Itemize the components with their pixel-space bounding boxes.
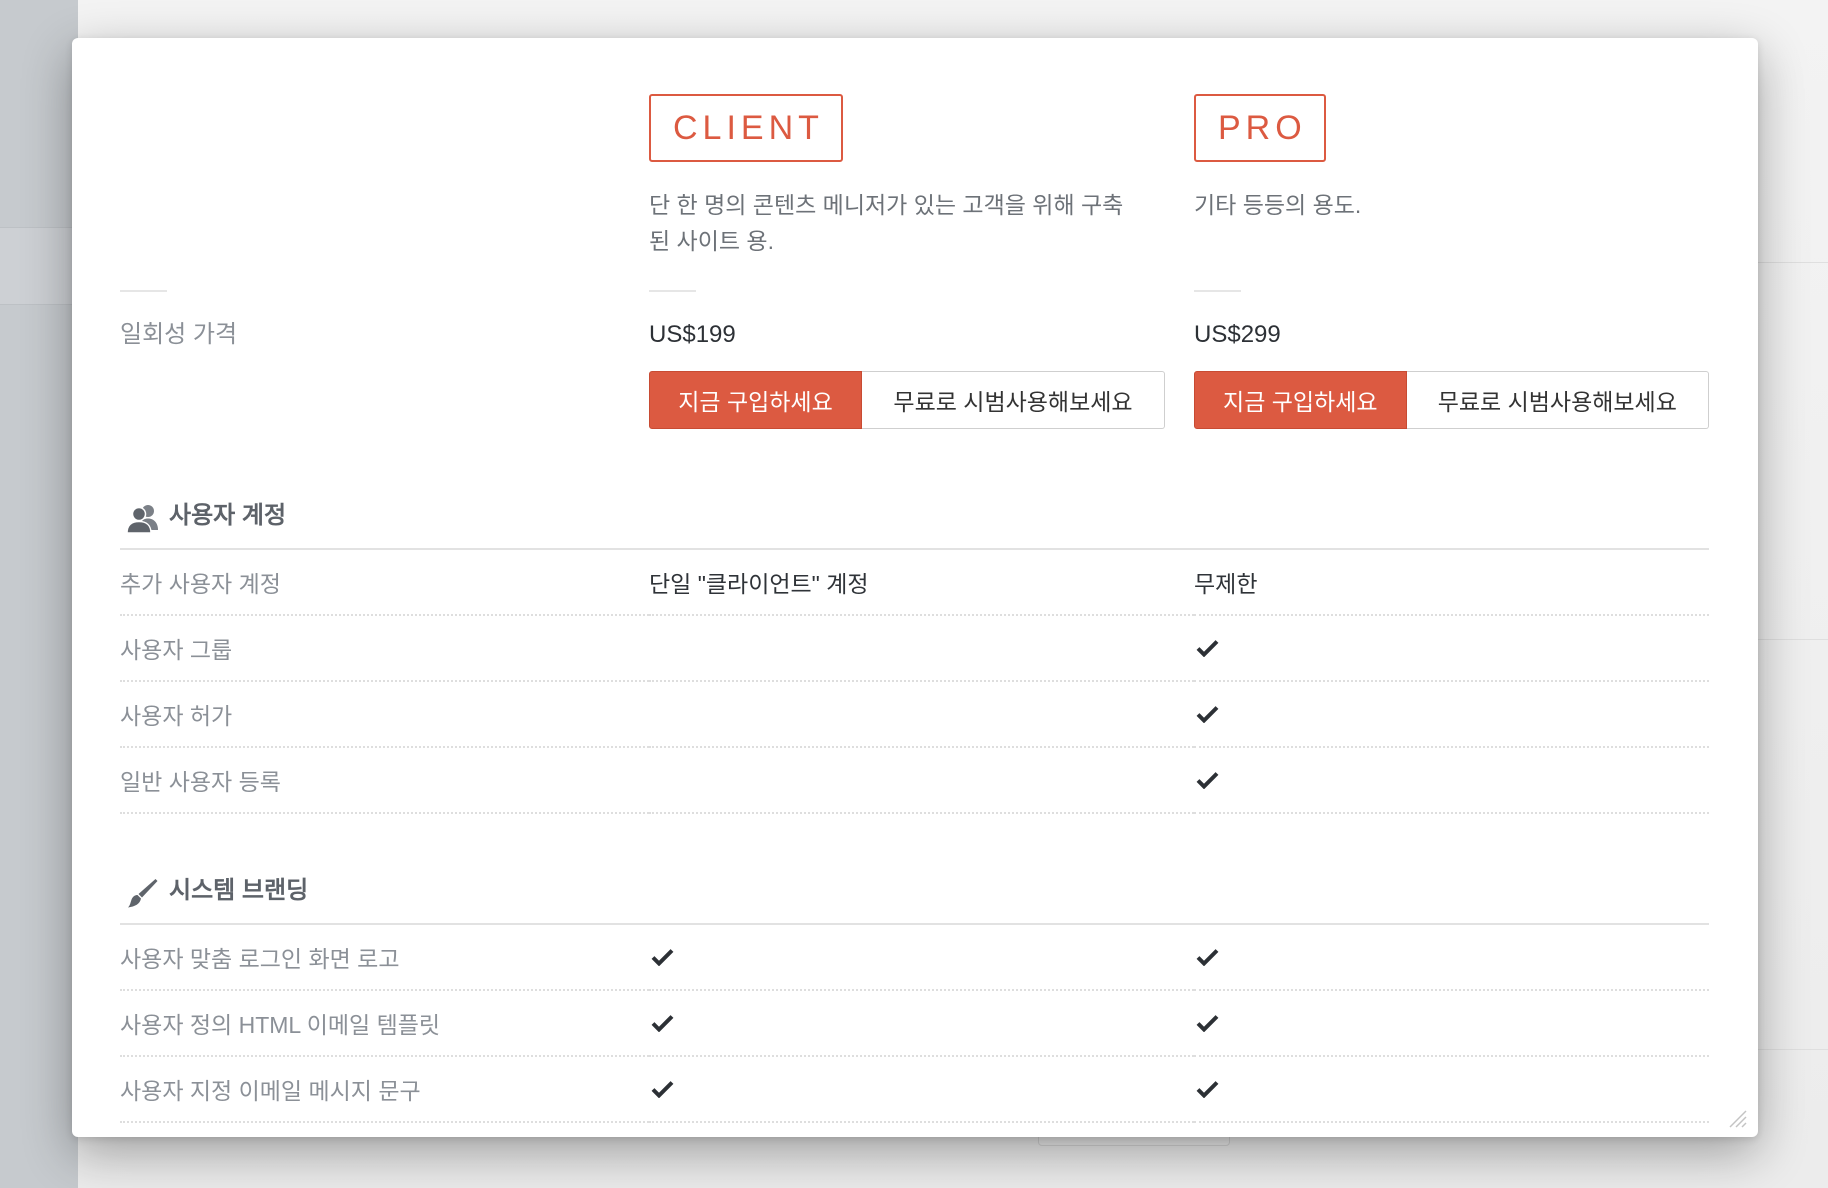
feature-label: 사용자 맞춤 로그인 화면 로고 <box>120 925 649 991</box>
client-button-group: 지금 구입하세요 무료로 시범사용해보세요 <box>649 371 1194 429</box>
pro-button-group: 지금 구입하세요 무료로 시범사용해보세요 <box>1194 371 1709 429</box>
client-price: US$199 <box>649 321 736 348</box>
section-title: 시스템 브랜딩 <box>169 877 309 904</box>
feature-row: 사용자 정의 HTML 이메일 템플릿 <box>120 991 1709 1057</box>
check-icon <box>1196 1014 1219 1032</box>
feature-section: 사용자 계정추가 사용자 계정 단일 "클라이언트" 계정 무제한사용자 그룹 사용자… <box>120 429 1709 814</box>
plan-description: 단 한 명의 콘텐츠 메니저가 있는 고객을 위해 구축된 사이트 용. <box>649 192 1124 254</box>
plan-description: 기타 등등의 용도. <box>1194 192 1362 218</box>
feature-row: 사용자 그룹 <box>120 616 1709 682</box>
purchase-buttons-row: 지금 구입하세요 무료로 시범사용해보세요 지금 구입하세요 무료로 시범사용해… <box>120 371 1709 429</box>
plan-name-badge: CLIENT <box>649 94 843 162</box>
pro-feature-cell <box>1194 748 1709 814</box>
client-feature-cell <box>649 991 1194 1057</box>
check-icon <box>1196 639 1219 657</box>
check-icon <box>1196 948 1219 966</box>
check-icon <box>651 1014 674 1032</box>
check-icon <box>651 1080 674 1098</box>
check-icon <box>651 948 674 966</box>
pricing-label: 일회성 가격 <box>120 321 238 348</box>
client-feature-cell: 단일 "클라이언트" 계정 <box>649 550 1194 616</box>
plan-name-badge: PRO <box>1194 94 1326 162</box>
divider <box>649 290 696 292</box>
feature-label: 일반 사용자 등록 <box>120 748 649 814</box>
feature-value: 단일 "클라이언트" 계정 <box>649 571 869 597</box>
resize-handle-icon[interactable] <box>1724 1105 1748 1129</box>
feature-row: 추가 사용자 계정 단일 "클라이언트" 계정 무제한 <box>120 550 1709 616</box>
pro-feature-cell <box>1194 616 1709 682</box>
pro-feature-cell: 무제한 <box>1194 550 1709 616</box>
feature-label: 추가 사용자 계정 <box>120 550 649 616</box>
feature-value: 무제한 <box>1194 571 1258 597</box>
client-feature-cell <box>649 616 1194 682</box>
client-feature-cell <box>649 682 1194 748</box>
feature-label: 사용자 허가 <box>120 682 649 748</box>
pricing-table: CLIENT 단 한 명의 콘텐츠 메니저가 있는 고객을 위해 구축된 사이트… <box>120 38 1709 1137</box>
pro-feature-cell <box>1194 925 1709 991</box>
section-header: 시스템 브랜딩 <box>120 814 1709 925</box>
client-free-trial-button[interactable]: 무료로 시범사용해보세요 <box>862 371 1165 429</box>
divider <box>120 290 167 292</box>
pricing-modal: CLIENT 단 한 명의 콘텐츠 메니저가 있는 고객을 위해 구축된 사이트… <box>72 38 1758 1137</box>
check-icon <box>1196 705 1219 723</box>
background-sidebar <box>0 0 78 1188</box>
divider <box>1194 290 1241 292</box>
pro-feature-cell <box>1194 991 1709 1057</box>
client-feature-cell <box>649 1057 1194 1123</box>
plan-column-client: CLIENT 단 한 명의 콘텐츠 메니저가 있는 고객을 위해 구축된 사이트… <box>649 94 1194 259</box>
plan-header-row: CLIENT 단 한 명의 콘텐츠 메니저가 있는 고객을 위해 구축된 사이트… <box>120 94 1709 259</box>
pro-feature-cell <box>1194 682 1709 748</box>
plan-column-pro: PRO 기타 등등의 용도. <box>1194 94 1709 259</box>
check-icon <box>1196 1080 1219 1098</box>
pro-free-trial-button[interactable]: 무료로 시범사용해보세요 <box>1406 371 1709 429</box>
feature-row: 일반 사용자 등록 <box>120 748 1709 814</box>
background-sidebar-item <box>0 227 78 305</box>
feature-label: 사용자 정의 HTML 이메일 템플릿 <box>120 991 649 1057</box>
buttons-spacer <box>120 371 649 429</box>
feature-sections: 사용자 계정 추가 사용자 계정 단일 "클라이언트" 계정 무제한 사용자 그룹 사용자… <box>120 429 1709 1123</box>
client-buy-now-button[interactable]: 지금 구입하세요 <box>649 371 862 429</box>
pro-feature-cell <box>1194 1057 1709 1123</box>
header-dividers <box>120 290 1709 292</box>
header-spacer <box>120 94 649 259</box>
client-feature-cell <box>649 925 1194 991</box>
check-icon <box>1196 771 1219 789</box>
feature-section: 시스템 브랜딩사용자 맞춤 로그인 화면 로고 사용자 정의 HTML 이메일 템… <box>120 814 1709 1123</box>
section-header: 사용자 계정 <box>120 429 1709 550</box>
feature-row: 사용자 맞춤 로그인 화면 로고 <box>120 925 1709 991</box>
pro-buy-now-button[interactable]: 지금 구입하세요 <box>1194 371 1407 429</box>
users-icon <box>126 503 161 533</box>
price-row: 일회성 가격 US$199 US$299 <box>120 320 1709 350</box>
feature-row: 사용자 지정 이메일 메시지 문구 <box>120 1057 1709 1123</box>
brush-icon <box>126 878 161 908</box>
feature-row: 사용자 허가 <box>120 682 1709 748</box>
section-title: 사용자 계정 <box>169 502 287 529</box>
feature-label: 사용자 지정 이메일 메시지 문구 <box>120 1057 649 1123</box>
client-feature-cell <box>649 748 1194 814</box>
feature-label: 사용자 그룹 <box>120 616 649 682</box>
pro-price: US$299 <box>1194 321 1281 348</box>
